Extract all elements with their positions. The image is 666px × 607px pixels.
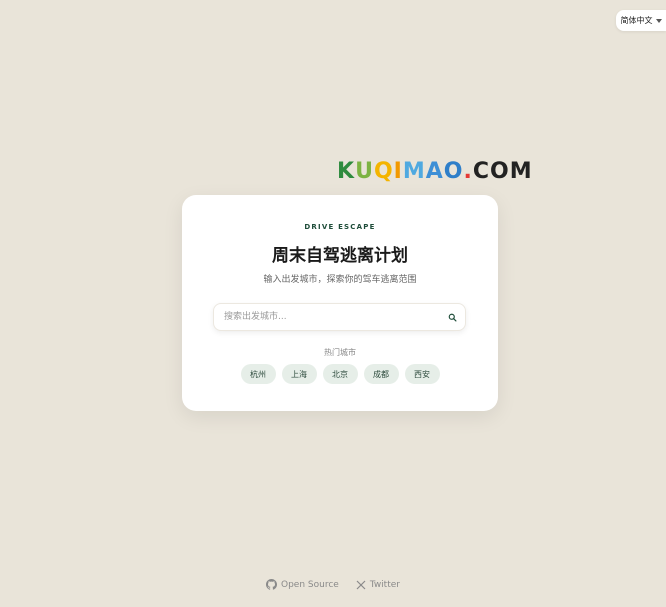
page-subtitle: 输入出发城市，探索你的驾车逃离范围 [263,275,417,285]
search-card: DRIVE ESCAPE 周末自驾逃离计划 输入出发城市，探索你的驾车逃离范围 … [182,195,498,411]
logo-letter: . [463,158,473,184]
city-chip-hangzhou[interactable]: 杭州 [240,364,276,384]
twitter-label: Twitter [369,579,400,590]
city-chip-chengdu[interactable]: 成都 [363,364,399,384]
logo-letter: I [393,158,403,184]
logo-letter: O [489,158,510,184]
logo-letter: U [355,158,374,184]
github-icon [266,579,277,590]
logo-letter: C [472,158,490,184]
open-source-label: Open Source [281,579,339,590]
site-logo: KUQIMAO.COM [337,158,532,184]
twitter-link[interactable]: Twitter [356,579,400,590]
city-chip-beijing[interactable]: 北京 [322,364,358,384]
footer: Open Source Twitter [0,579,666,590]
logo-letter: O [443,158,464,184]
logo-letter: M [509,158,533,184]
logo-letter: M [402,158,426,184]
open-source-link[interactable]: Open Source [266,579,339,590]
search-icon[interactable] [443,308,461,326]
hot-cities-label: 热门城市 [324,348,356,357]
language-selector[interactable]: 简体中文 [616,10,666,31]
caret-down-icon [655,18,662,23]
logo-letter: K [337,158,356,184]
search-box [213,303,466,331]
logo-letter: Q [373,158,394,184]
search-input[interactable] [214,311,443,323]
hot-cities-list: 杭州 上海 北京 成都 西安 [182,364,498,384]
eyebrow-label: DRIVE ESCAPE [304,223,376,231]
logo-letter: A [425,158,444,184]
city-chip-shanghai[interactable]: 上海 [281,364,317,384]
language-label: 简体中文 [620,16,653,25]
city-chip-xian[interactable]: 西安 [404,364,440,384]
x-twitter-icon [356,580,366,589]
page-title: 周末自驾逃离计划 [272,246,408,266]
